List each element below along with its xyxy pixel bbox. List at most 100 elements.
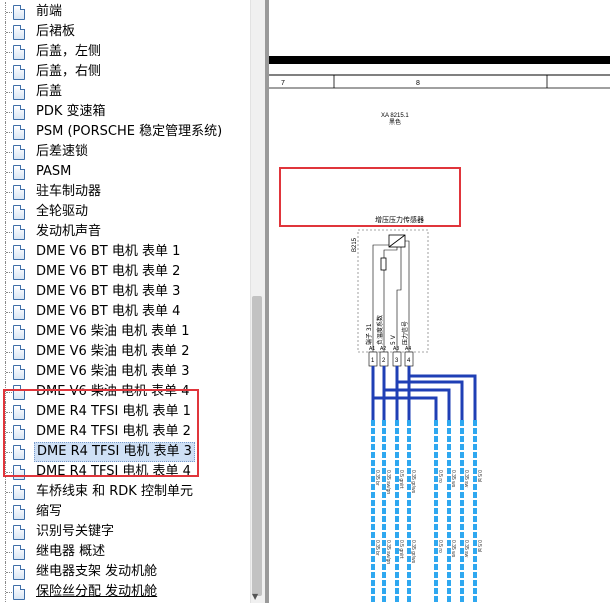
tree-item-label[interactable]: 识别号关键字	[34, 523, 116, 541]
tree-item[interactable]: 前端	[0, 2, 250, 22]
wire-connection	[407, 366, 477, 420]
connector-pins: 1A12A23A34A4	[368, 346, 414, 367]
document-icon	[13, 525, 25, 540]
wire-connection	[382, 366, 451, 420]
document-icon	[13, 265, 25, 280]
highlight-box-diagram	[279, 167, 461, 227]
tree-item-label[interactable]: 继电器支架 发动机舱	[34, 563, 159, 581]
connector-label: A1	[369, 346, 375, 352]
tree-item[interactable]: 发动机声音	[0, 222, 250, 242]
tree-item-label[interactable]: 保险丝分配 发动机舱	[34, 583, 159, 601]
wire-label: 0.35 sw	[463, 470, 469, 488]
tree-item[interactable]: DME V6 柴油 电机 表单 1	[0, 322, 250, 342]
tree-item-label[interactable]: 后盖，右侧	[34, 63, 103, 81]
wire-connection	[371, 366, 438, 420]
tree-item[interactable]: 保险丝分配 发动机舱	[0, 582, 250, 602]
wire-label: 0.5 gn/rt	[398, 540, 404, 559]
tree-item-label[interactable]: 全轮驱动	[34, 203, 90, 221]
document-icon	[13, 345, 25, 360]
document-icon	[13, 565, 25, 580]
tree-item-label[interactable]: PASM	[34, 163, 73, 181]
tree-item-label[interactable]: 后盖	[34, 83, 64, 101]
tree-item-label[interactable]: 后裙板	[34, 23, 77, 41]
document-icon	[13, 5, 25, 20]
column-number-8: 8	[416, 80, 420, 87]
tree-item[interactable]: 继电器支架 发动机舱	[0, 562, 250, 582]
page-header-bar	[269, 56, 610, 64]
pin-labels: 端子 31 负温度系数 5 V 压力信号	[365, 315, 409, 345]
scroll-down-arrow-icon[interactable]: ▼	[252, 592, 258, 602]
document-icon	[13, 25, 25, 40]
document-icon	[13, 585, 25, 600]
document-icon	[13, 305, 25, 320]
document-icon	[13, 485, 25, 500]
tree-item[interactable]: PDK 变速箱	[0, 102, 250, 122]
tree-item[interactable]: DME V6 BT 电机 表单 4	[0, 302, 250, 322]
tree-item-label[interactable]: DME V6 柴油 电机 表单 1	[34, 323, 192, 341]
wire-label: 0.5 ro	[437, 470, 443, 483]
wire-label: 0.35 br	[374, 540, 380, 556]
tree-item[interactable]: DME V6 BT 电机 表单 1	[0, 242, 250, 262]
tree-item-label[interactable]: DME V6 BT 电机 表单 3	[34, 283, 182, 301]
tree-item-label[interactable]: 驻车制动器	[34, 183, 103, 201]
tree-item-label[interactable]: 发动机声音	[34, 223, 103, 241]
tree-item-label[interactable]: PSM (PORSCHE 稳定管理系统)	[34, 123, 224, 141]
wire-label: 0.35 gr/ws	[410, 470, 416, 494]
tree-item[interactable]: 车桥线束 和 RDK 控制单元	[0, 482, 250, 502]
tree-item[interactable]: 继电器 概述	[0, 542, 250, 562]
wire-label: 0.35 sw	[463, 540, 469, 558]
tree-item[interactable]: DME V6 BT 电机 表单 2	[0, 262, 250, 282]
tree-item-label[interactable]: DME V6 BT 电机 表单 1	[34, 243, 182, 261]
document-icon	[13, 145, 25, 160]
pin-label: 端子 31	[365, 323, 373, 345]
tree-item-label[interactable]: 前端	[34, 3, 64, 21]
document-icon	[13, 65, 25, 80]
tree-item[interactable]: 全轮驱动	[0, 202, 250, 222]
component-color: 黑色	[389, 118, 401, 126]
tree-item-label[interactable]: DME V6 BT 电机 表单 2	[34, 263, 182, 281]
tree-item[interactable]: 后盖，左侧	[0, 42, 250, 62]
tree-item[interactable]: 缩写	[0, 502, 250, 522]
wire-connection	[395, 366, 464, 420]
tree-item[interactable]: 驻车制动器	[0, 182, 250, 202]
document-tree[interactable]: 前端后裙板后盖，左侧后盖，右侧后盖 PDK 变速箱 PSM (PORSCHE 稳定管…	[0, 0, 250, 603]
tree-item[interactable]: 后盖	[0, 82, 250, 102]
tree-item-label[interactable]: DME V6 柴油 电机 表单 3	[34, 363, 192, 381]
pin-label: 5 V	[390, 334, 397, 345]
tree-item-label[interactable]: 后盖，左侧	[34, 43, 103, 61]
tree-item[interactable]: DME V6 柴油 电机 表单 2	[0, 342, 250, 362]
tree-item[interactable]: PSM (PORSCHE 稳定管理系统)	[0, 122, 250, 142]
tree-item-label[interactable]: 继电器 概述	[34, 543, 107, 561]
tree-item[interactable]: 后盖，右侧	[0, 62, 250, 82]
tree-item-label[interactable]: DME V6 BT 电机 表单 4	[34, 303, 182, 321]
tree-item[interactable]: 后差速锁	[0, 142, 250, 162]
wiring-diagram: 7 8 XA 8215.1 黑色 增压压力传感器 B215 端子 31 负温度系数…	[269, 56, 610, 603]
tree-item[interactable]: DME V6 柴油 电机 表单 3	[0, 362, 250, 382]
tree-item-label[interactable]: 缩写	[34, 503, 64, 521]
wire-label: 0.35 ws	[450, 470, 456, 488]
pin-label: 压力信号	[401, 321, 409, 345]
sensor-wiring	[383, 247, 398, 258]
scrollbar-thumb[interactable]	[252, 296, 262, 596]
document-icon	[13, 325, 25, 340]
wiring-diagram-viewer[interactable]: 7 8 XA 8215.1 黑色 增压压力传感器 B215 端子 31 负温度系数…	[269, 0, 610, 603]
tree-item-label[interactable]: DME V6 柴油 电机 表单 2	[34, 343, 192, 361]
tree-item-label[interactable]: 车桥线束 和 RDK 控制单元	[34, 483, 195, 501]
tree-item-label[interactable]: 后差速锁	[34, 143, 90, 161]
wire-label: 0.35 br	[374, 470, 380, 486]
component-code: B215	[352, 237, 358, 252]
wire-label: 0.35 gr/ws	[410, 540, 416, 564]
tree-item[interactable]: DME V6 BT 电机 表单 3	[0, 282, 250, 302]
wire-label: 0.5 ro	[437, 540, 443, 553]
document-icon	[13, 45, 25, 60]
wire-label: 0.5 bl	[476, 540, 482, 552]
tree-item[interactable]: 识别号关键字	[0, 522, 250, 542]
tree-item-label[interactable]: PDK 变速箱	[34, 103, 108, 121]
tree-item[interactable]: 后裙板	[0, 22, 250, 42]
document-icon	[13, 545, 25, 560]
pin-label: 负温度系数	[376, 315, 384, 345]
document-icon	[13, 165, 25, 180]
tree-item[interactable]: PASM	[0, 162, 250, 182]
wires: 0.35 br 0.35 br 0.35 sw/gn 0.35 sw/gn 0.5 gn…	[371, 366, 482, 603]
document-icon	[13, 105, 25, 120]
